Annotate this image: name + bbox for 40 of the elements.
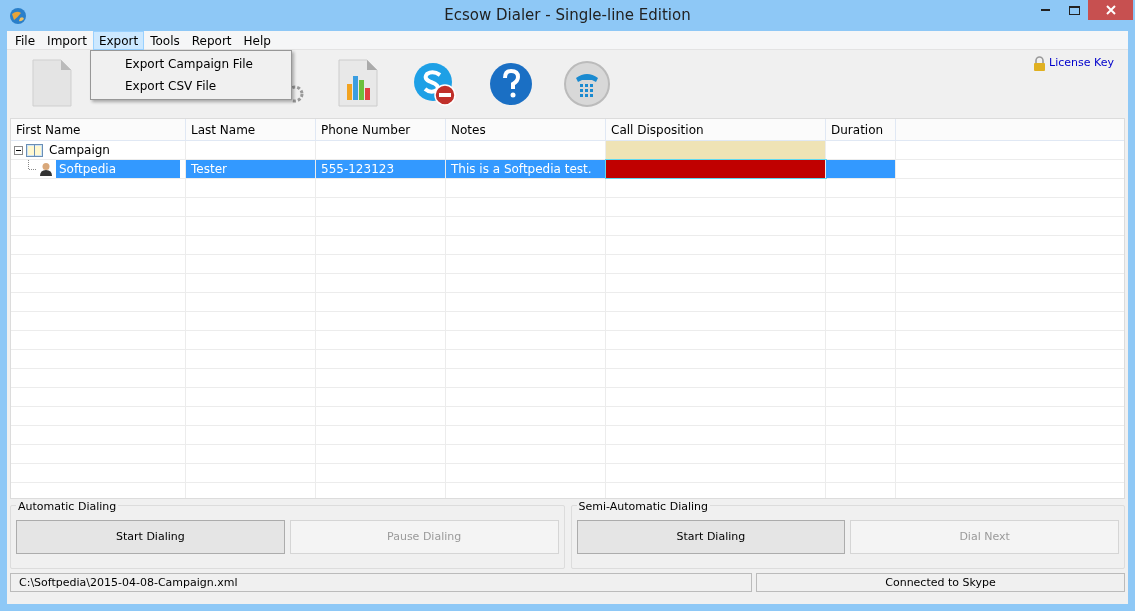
- file-path-status: C:\Softpedia\2015-04-08-Campaign.xml: [10, 573, 752, 592]
- app-globe-icon: [9, 6, 27, 25]
- minimize-icon: [1041, 9, 1051, 12]
- gear-icon[interactable]: [291, 84, 305, 104]
- license-key-link[interactable]: License Key: [1049, 55, 1114, 72]
- book-icon: [26, 143, 43, 157]
- menu-item[interactable]: Export: [92, 30, 145, 50]
- tree-line: [28, 160, 36, 170]
- collapse-toggle[interactable]: [14, 145, 23, 155]
- connection-status: Connected to Skype: [756, 573, 1125, 592]
- column-header[interactable]: Duration: [826, 119, 896, 140]
- phone-icon[interactable]: [563, 60, 611, 108]
- column-header[interactable]: First Name: [11, 119, 186, 140]
- menu-item[interactable]: Tools: [144, 30, 186, 50]
- padlock-icon: [1033, 55, 1047, 71]
- minus-icon: [16, 149, 21, 151]
- chart-document-icon[interactable]: [335, 58, 381, 110]
- table-cell: This is a Softpedia test.: [446, 160, 606, 178]
- column-header[interactable]: Call Disposition: [606, 119, 826, 140]
- table-cell: Tester: [186, 160, 316, 178]
- dialing-button[interactable]: Start Dialing: [16, 520, 285, 554]
- table-cell: 555-123123: [316, 160, 446, 178]
- dropdown-item[interactable]: Export Campaign File: [91, 53, 291, 75]
- skype-blocked-icon[interactable]: [411, 60, 459, 108]
- close-icon: [1105, 5, 1116, 15]
- column-header[interactable]: Last Name: [186, 119, 316, 140]
- menu-item[interactable]: Import: [41, 30, 93, 50]
- menu-item[interactable]: Report: [185, 30, 238, 50]
- menu-item[interactable]: Help: [237, 30, 277, 50]
- person-icon: [39, 162, 53, 176]
- column-header[interactable]: Phone Number: [316, 119, 446, 140]
- dialing-button[interactable]: Start Dialing: [576, 520, 846, 554]
- maximize-icon: [1068, 6, 1080, 15]
- menu-item[interactable]: File: [9, 30, 42, 50]
- dropdown-item[interactable]: Export CSV File: [91, 75, 291, 97]
- window-title: Ecsow Dialer - Single-line Edition: [444, 5, 691, 27]
- help-icon[interactable]: [489, 62, 533, 106]
- column-header[interactable]: Notes: [446, 119, 606, 140]
- close-button[interactable]: [1088, 0, 1133, 20]
- tree-item[interactable]: Campaign: [46, 141, 113, 159]
